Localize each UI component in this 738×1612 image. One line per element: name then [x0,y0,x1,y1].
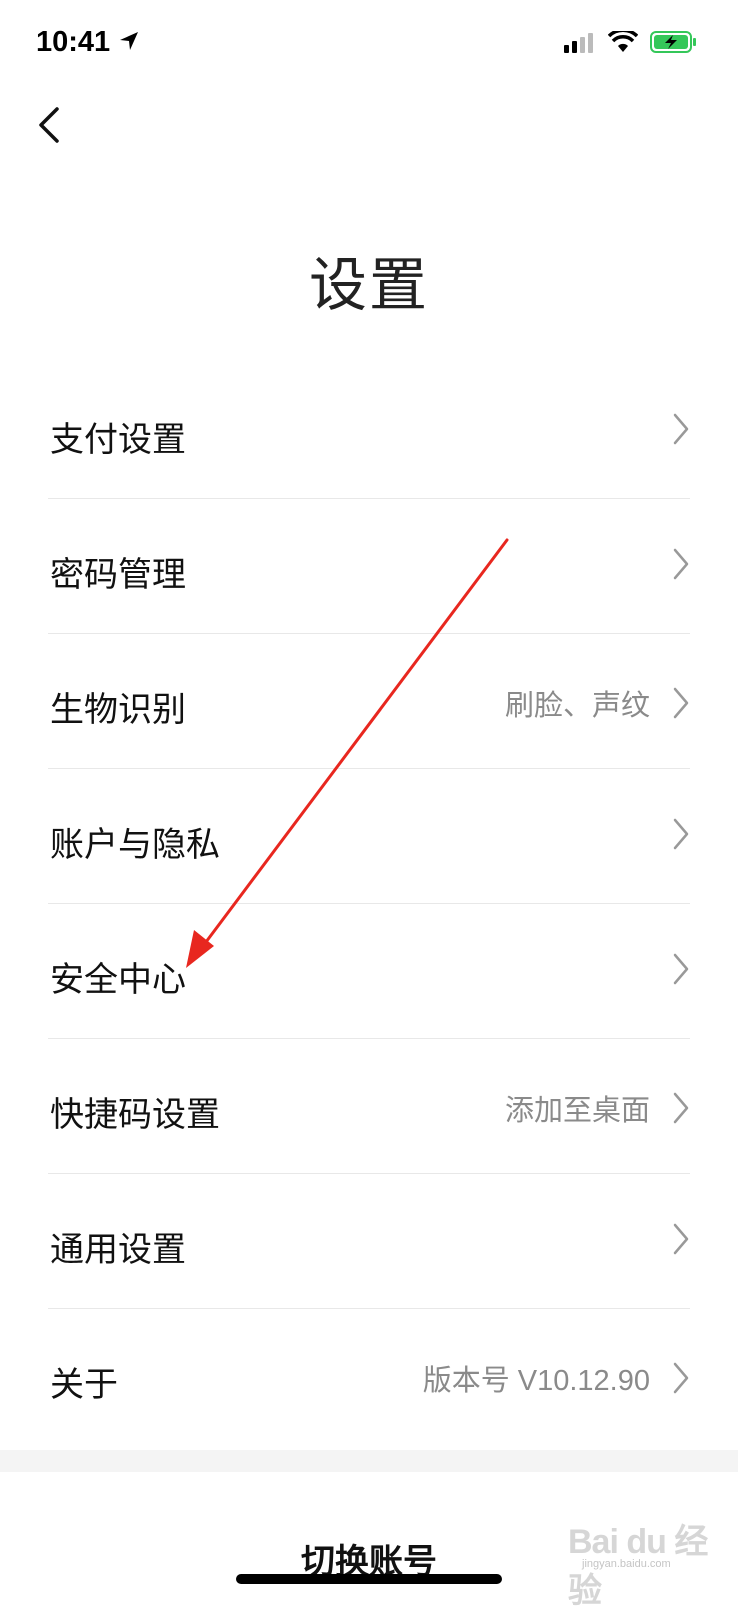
page-title: 设置 [308,251,429,319]
status-time-group: 10:41 [36,26,140,59]
settings-item-general[interactable]: 通用设置 [48,1174,690,1309]
settings-item-security-center[interactable]: 安全中心 [48,904,690,1039]
watermark: Bai du 经验 jingyan.baidu.com [568,1508,718,1610]
settings-item-label: 支付设置 [50,420,186,460]
status-bar: 10:41 [0,0,738,90]
settings-item-about[interactable]: 关于 版本号 V10.12.90 [48,1309,690,1444]
watermark-subtext: jingyan.baidu.com [582,1558,671,1570]
settings-item-value: 刷脸、声纹 [504,690,650,722]
wifi-icon [607,28,639,57]
settings-item-label: 安全中心 [50,960,186,1000]
section-divider [0,1450,738,1472]
settings-item-label: 生物识别 [50,690,186,730]
signal-icon [564,31,596,57]
settings-item-label: 通用设置 [50,1230,186,1270]
settings-item-label: 快捷码设置 [50,1095,220,1135]
settings-list: 支付设置 密码管理 生物识别 刷脸、声纹 账户与隐私 安全中心 快捷码设置 添加… [48,364,690,1444]
settings-item-password[interactable]: 密码管理 [48,499,690,634]
settings-item-label: 账户与隐私 [50,825,220,865]
chevron-right-icon [672,1361,690,1395]
settings-item-account-privacy[interactable]: 账户与隐私 [48,769,690,904]
chevron-left-icon [37,106,61,148]
chevron-right-icon [672,817,690,851]
settings-item-label: 关于 [50,1365,118,1405]
chevron-right-icon [672,1091,690,1125]
battery-charging-icon [650,30,698,58]
settings-item-value: 版本号 V10.12.90 [422,1365,650,1397]
chevron-right-icon [672,686,690,720]
back-button[interactable] [24,100,74,154]
chevron-right-icon [672,1222,690,1256]
chevron-right-icon [672,547,690,581]
settings-item-biometrics[interactable]: 生物识别 刷脸、声纹 [48,634,690,769]
chevron-right-icon [672,952,690,986]
settings-item-label: 密码管理 [50,555,186,595]
status-time: 10:41 [36,26,111,58]
settings-item-payment[interactable]: 支付设置 [48,364,690,499]
status-icons [564,28,698,58]
settings-item-shortcut-code[interactable]: 快捷码设置 添加至桌面 [48,1039,690,1174]
home-indicator[interactable] [236,1574,502,1584]
location-arrow-icon [118,30,140,56]
settings-item-value: 添加至桌面 [504,1095,650,1127]
chevron-right-icon [672,412,690,446]
